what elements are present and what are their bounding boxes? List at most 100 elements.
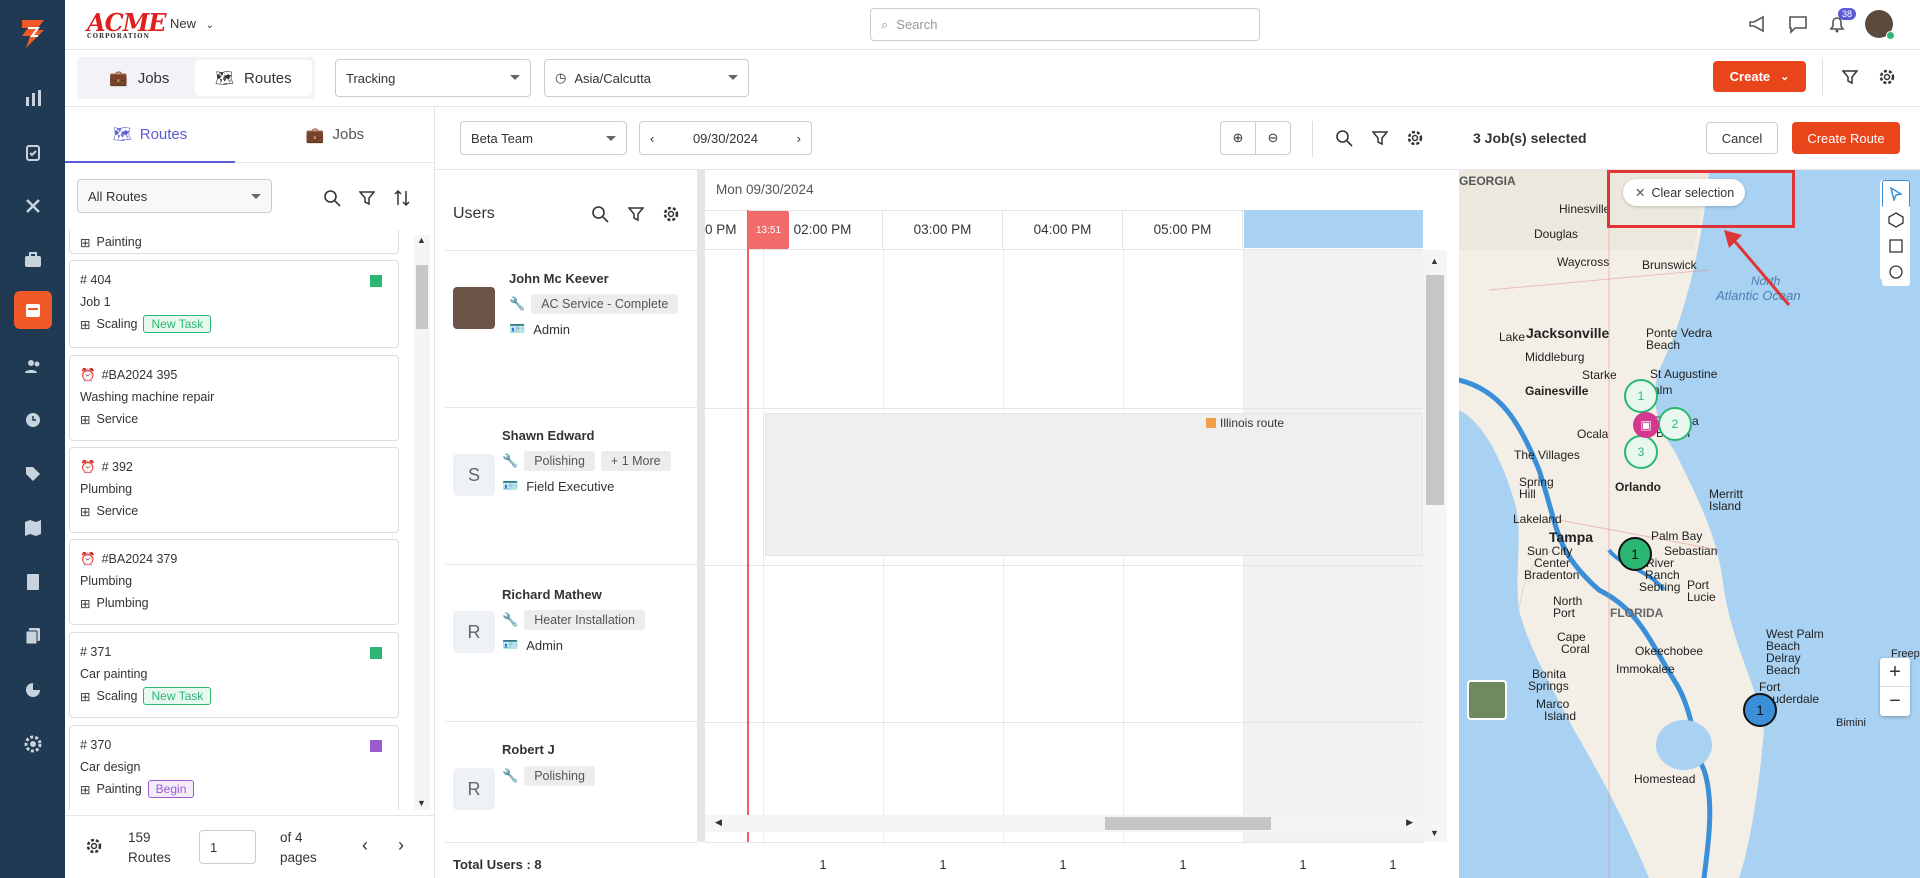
users-icon[interactable] [0,346,65,386]
sort-icon[interactable] [393,189,411,210]
app-logo-icon[interactable] [0,14,65,54]
job-marker[interactable]: ▣ [1633,412,1659,438]
search-icon: ⌕ [881,16,889,32]
map-icon[interactable] [0,508,65,548]
caret-down-icon [606,136,616,141]
route-label[interactable]: Illinois route [1206,416,1284,430]
user-row[interactable]: R Richard Mathew 🔧 Heater Installation 🪪 A… [445,565,697,722]
list-item[interactable]: # 404 Job 1 ⊞ Scaling New Task [69,260,399,348]
company-logo[interactable]: ACME CORPORATION [87,8,167,40]
category-icon: ⊞ [80,317,91,332]
map-cluster[interactable]: 1 [1618,537,1652,571]
filter-icon[interactable] [627,206,645,225]
annotation-arrow [1724,230,1791,306]
gear-icon[interactable] [1406,129,1424,150]
map-cluster[interactable]: 1 [1743,693,1777,727]
list-item[interactable]: # 371 Car painting ⊞ Scaling New Task [69,632,399,718]
tab-jobs[interactable]: 💼 Jobs [235,107,435,163]
new-menu[interactable]: New ⌄ [170,16,214,31]
user-row[interactable]: John Mc Keever 🔧 AC Service - Complete 🪪 A… [445,251,697,408]
map-cluster[interactable]: 1 [1624,379,1658,413]
zoom-in-button[interactable]: ⊕ [1220,121,1256,155]
briefcase-icon[interactable] [0,240,65,280]
tag-icon[interactable] [0,454,65,494]
pie-chart-icon[interactable] [0,670,65,710]
create-route-button[interactable]: Create Route [1792,122,1900,154]
chevron-left-icon[interactable]: ‹ [650,131,654,146]
page-input[interactable]: 1 [199,830,256,864]
horizontal-scrollbar[interactable]: ◀ ▶ [705,815,1423,832]
circle-icon[interactable] [1882,258,1910,286]
search-icon[interactable] [591,205,609,226]
megaphone-icon[interactable] [1748,14,1768,37]
color-marker [370,740,382,752]
route-filter-select[interactable]: All Routes [77,179,272,213]
list-item[interactable]: # 370 Car design ⊞ Painting Begin [69,725,399,810]
scrollbar-thumb[interactable] [416,265,428,329]
satellite-toggle[interactable] [1467,680,1507,720]
date-picker[interactable]: ‹ 09/30/2024 › [639,121,812,155]
zoom-out-button[interactable]: ⊖ [1255,121,1291,155]
zoom-out-icon: ⊖ [1267,130,1279,145]
search-icon[interactable] [1335,129,1353,150]
tab-routes[interactable]: 🗺 Routes [65,107,235,163]
online-status-dot [1886,31,1895,40]
calendar-icon[interactable] [14,291,52,329]
clear-selection-button[interactable]: ✕ Clear selection [1623,179,1745,206]
polygon-icon[interactable] [1882,206,1910,234]
prev-page-icon[interactable]: ‹ [362,835,368,856]
row-divider [705,408,1423,409]
chevron-down-icon: ⌄ [1780,71,1790,83]
map-zoom-in-icon[interactable]: + [1880,658,1910,687]
selected-time-range[interactable] [1244,210,1423,248]
gear-icon[interactable] [85,837,103,858]
timezone-select[interactable]: ◷ Asia/Calcutta [544,59,749,97]
map-cluster[interactable]: 3 [1624,435,1658,469]
team-select[interactable]: Beta Team [460,121,627,155]
jobs-view-tab[interactable]: 💼 Jobs [89,60,189,96]
map-toolbar: 3 Job(s) selected Cancel Create Route [1459,107,1920,170]
gear-icon[interactable] [662,205,680,226]
vertical-scrollbar[interactable]: ▲ ▼ [1423,250,1447,842]
list-item[interactable]: ⏰ #BA2024 379 Plumbing ⊞ Plumbing [69,539,399,625]
map-cluster[interactable]: 2 [1658,407,1692,441]
routes-view-tab[interactable]: 🗺 Routes [195,60,312,96]
filter-icon[interactable] [358,190,376,209]
hour-header: 04:00 PM [1003,210,1123,248]
settings-gear-icon[interactable] [0,724,65,764]
chat-icon[interactable] [1788,14,1808,37]
next-page-icon[interactable]: › [398,835,404,856]
column-resizer[interactable] [697,170,705,842]
rectangle-icon[interactable] [1882,232,1910,260]
list-scrollbar[interactable]: ▲ ▼ [414,235,430,810]
route-block[interactable] [765,413,1423,556]
clock-icon[interactable] [0,400,65,440]
cancel-button[interactable]: Cancel [1706,122,1778,154]
scrollbar-thumb[interactable] [1105,817,1271,830]
create-button[interactable]: Create ⌄ [1713,61,1806,92]
search-icon[interactable] [323,189,341,210]
tools-icon[interactable] [0,186,65,226]
list-item[interactable]: ⏰ # 392 Plumbing ⊞ Service [69,447,399,533]
chevron-down-icon: ⌄ [205,20,215,31]
hour-header: 03:00 PM [883,210,1003,248]
list-item[interactable]: ⊞ Painting [69,230,399,254]
list-item[interactable]: ⏰ #BA2024 395 Washing machine repair ⊞ Ser… [69,355,399,441]
map-zoom-out-icon[interactable]: − [1880,687,1910,716]
select-pointer-icon[interactable] [1882,180,1910,208]
map[interactable]: GEORGIA Hinesville Douglas Waycross Brun… [1459,170,1920,878]
clipboard-icon[interactable] [0,132,65,172]
user-row[interactable]: R Robert J 🔧 Polishing [445,722,697,812]
search-input[interactable]: ⌕ Search [870,8,1260,41]
invoice-icon[interactable] [0,562,65,602]
tracking-select[interactable]: Tracking [335,59,531,97]
gear-icon[interactable] [1878,68,1896,89]
scrollbar-thumb[interactable] [1426,275,1444,505]
filter-icon[interactable] [1371,130,1389,149]
reports-icon[interactable] [0,78,65,118]
filter-icon[interactable] [1841,69,1859,88]
user-row[interactable]: S Shawn Edward 🔧 Polishing + 1 More 🪪 Field… [445,408,697,565]
top-bar: ACME CORPORATION New ⌄ ⌕ Search 38 [65,0,1920,50]
documents-icon[interactable] [0,616,65,656]
chevron-right-icon[interactable]: › [797,131,801,146]
